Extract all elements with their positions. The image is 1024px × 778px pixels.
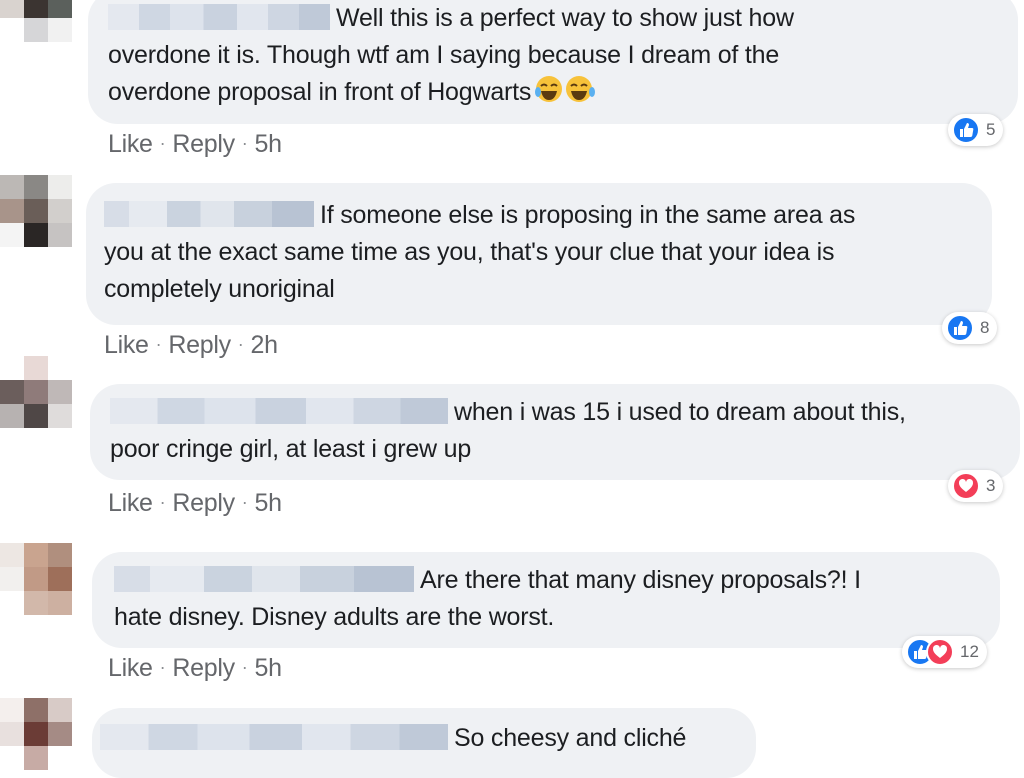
separator-dot: · (241, 657, 248, 677)
comment-text: completely unoriginal (104, 275, 335, 303)
timestamp[interactable]: 5h (255, 489, 283, 517)
laughing-crying-emoji-icon (535, 74, 597, 115)
avatar[interactable] (0, 356, 72, 428)
timestamp[interactable]: 5h (255, 130, 283, 158)
author-name-blurred[interactable] (108, 4, 330, 30)
comment-text: when i was 15 i used to dream about this… (454, 398, 906, 426)
separator-dot: · (155, 334, 162, 354)
comment-bubble: Are there that many disney proposals?! I… (92, 552, 1000, 648)
like-link[interactable]: Like (108, 654, 153, 682)
author-name-blurred[interactable] (114, 566, 414, 592)
separator-dot: · (241, 492, 248, 512)
author-name-blurred[interactable] (110, 398, 448, 424)
reaction-count: 8 (980, 318, 990, 337)
avatar[interactable] (0, 543, 72, 615)
comment-bubble: when i was 15 i used to dream about this… (90, 384, 1020, 480)
separator-dot: · (159, 492, 166, 512)
love-icon (952, 472, 980, 500)
reactions-pill[interactable]: 3 (948, 470, 1004, 502)
separator-dot: · (237, 334, 244, 354)
comment-text: hate disney. Disney adults are the worst… (114, 603, 555, 631)
comment-bubble: Well this is a perfect way to show just … (88, 0, 1018, 124)
comment-actions: Like · Reply · 2h (104, 331, 278, 360)
comment-text: you at the exact same time as you, that'… (104, 238, 835, 266)
comment-text: Are there that many disney proposals?! I (420, 566, 861, 594)
reaction-count: 12 (960, 642, 979, 661)
timestamp[interactable]: 5h (255, 654, 283, 682)
reaction-count: 3 (986, 476, 996, 495)
author-name-blurred[interactable] (104, 201, 314, 227)
avatar[interactable] (0, 698, 72, 770)
reply-link[interactable]: Reply (168, 331, 231, 359)
love-icon (926, 638, 954, 666)
comment-text: overdone it is. Though wtf am I saying b… (108, 41, 780, 69)
separator-dot: · (159, 133, 166, 153)
reply-link[interactable]: Reply (172, 130, 235, 158)
like-icon (952, 116, 980, 144)
avatar[interactable] (0, 175, 72, 247)
comment-text: If someone else is proposing in the same… (320, 201, 856, 229)
comment-text: So cheesy and cliché (454, 724, 687, 752)
reply-link[interactable]: Reply (172, 654, 235, 682)
reactions-pill[interactable]: 8 (942, 312, 998, 344)
comment-text: overdone proposal in front of Hogwarts (108, 78, 532, 106)
separator-dot: · (159, 657, 166, 677)
comment-text: Well this is a perfect way to show just … (336, 4, 794, 32)
reactions-pill[interactable]: 12 (902, 636, 987, 668)
like-link[interactable]: Like (108, 130, 153, 158)
comment-actions: Like · Reply · 5h (108, 130, 282, 159)
like-link[interactable]: Like (104, 331, 149, 359)
reaction-count: 5 (986, 120, 996, 139)
like-link[interactable]: Like (108, 489, 153, 517)
reply-link[interactable]: Reply (172, 489, 235, 517)
reactions-pill[interactable]: 5 (948, 114, 1004, 146)
author-name-blurred[interactable] (100, 724, 448, 750)
avatar[interactable] (0, 0, 72, 42)
comment-text: poor cringe girl, at least i grew up (110, 435, 472, 463)
comment-actions: Like · Reply · 5h (108, 489, 282, 518)
like-icon (946, 314, 974, 342)
separator-dot: · (241, 133, 248, 153)
comment-actions: Like · Reply · 5h (108, 654, 282, 683)
comment-bubble: If someone else is proposing in the same… (86, 183, 992, 325)
timestamp[interactable]: 2h (251, 331, 279, 359)
